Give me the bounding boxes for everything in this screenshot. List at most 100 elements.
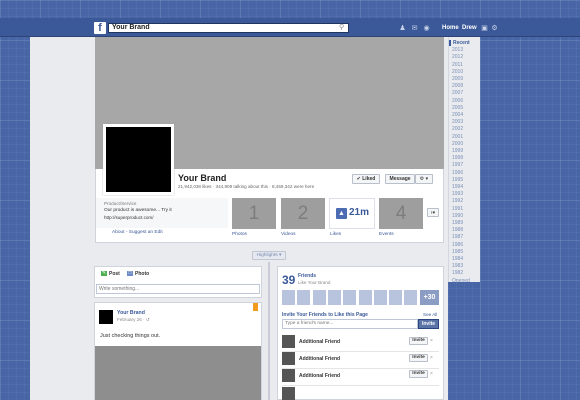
- photos-label[interactable]: Photos: [232, 232, 247, 237]
- timeline-year-link[interactable]: 1991: [452, 206, 463, 212]
- more-friends-button[interactable]: +30: [420, 290, 439, 305]
- timeline-year-link[interactable]: 1987: [452, 234, 463, 240]
- divider: [282, 351, 439, 352]
- timeline-year-link[interactable]: 2007: [452, 90, 463, 96]
- timeline-year-link[interactable]: 1986: [452, 242, 463, 248]
- timeline-year-link[interactable]: 2000: [452, 141, 463, 147]
- invite-title: Invite Your Friends to Like this Page: [282, 312, 368, 318]
- remove-friend-icon[interactable]: ×: [430, 338, 433, 344]
- highlight-bookmark-icon[interactable]: [253, 303, 258, 311]
- status-input[interactable]: Write something...: [96, 284, 260, 294]
- friend-thumbnail[interactable]: [282, 290, 296, 305]
- invite-button[interactable]: Invite: [418, 319, 439, 329]
- friend-thumbnail[interactable]: [343, 290, 358, 305]
- see-all-link[interactable]: See All: [423, 312, 437, 317]
- timeline-year-link[interactable]: 1985: [452, 249, 463, 255]
- privacy-shortcuts-icon[interactable]: ▣: [480, 24, 489, 33]
- friend-requests-icon[interactable]: ♟: [398, 24, 407, 33]
- timeline-year-link[interactable]: 2004: [452, 112, 463, 118]
- friend-thumbnail[interactable]: [327, 290, 342, 305]
- timeline-year-link[interactable]: 2008: [452, 83, 463, 89]
- friend-invite-button[interactable]: Invite: [409, 354, 428, 362]
- friend-invite-button[interactable]: Invite: [409, 337, 428, 345]
- friend-name-input[interactable]: Type a friend's name...: [282, 319, 418, 329]
- post-text: Just checking things out.: [100, 333, 161, 339]
- highlights-dropdown[interactable]: Highlights ▾: [252, 251, 286, 260]
- timeline-year-link[interactable]: 1983: [452, 263, 463, 269]
- friend-thumbnail[interactable]: [312, 290, 327, 305]
- timeline-year-link[interactable]: 2009: [452, 76, 463, 82]
- more-apps-button[interactable]: ›▾: [427, 208, 439, 217]
- photo-tab[interactable]: Photo: [135, 271, 149, 277]
- timeline-year-link[interactable]: 1984: [452, 256, 463, 262]
- timeline-year-link[interactable]: 1993: [452, 191, 463, 197]
- divider: [282, 385, 439, 386]
- friend-avatar[interactable]: [282, 352, 295, 365]
- friend-thumbnail[interactable]: [297, 290, 312, 305]
- search-input[interactable]: Your Brand: [108, 23, 349, 33]
- avatar[interactable]: [99, 310, 113, 324]
- events-tile[interactable]: 4: [379, 198, 423, 229]
- website-link[interactable]: http://superproduct.com/: [104, 215, 154, 220]
- timeline-spine: [268, 262, 270, 400]
- timeline-year-link[interactable]: 1989: [452, 220, 463, 226]
- liked-button[interactable]: ✔ Liked: [352, 174, 380, 184]
- post-tab[interactable]: Post: [109, 271, 120, 277]
- settings-gear-icon[interactable]: ⚙: [490, 24, 499, 33]
- friend-name[interactable]: Additional Friend: [299, 339, 340, 345]
- timeline-year-link[interactable]: Opened: [452, 278, 470, 284]
- friend-avatar[interactable]: [282, 387, 295, 400]
- friend-thumbnail[interactable]: [389, 290, 404, 305]
- post-image[interactable]: [95, 346, 261, 400]
- timeline-year-link[interactable]: 2006: [452, 98, 463, 104]
- timeline-year-link[interactable]: 1998: [452, 155, 463, 161]
- timeline-year-link[interactable]: 2013: [452, 47, 463, 53]
- messages-icon[interactable]: ✉: [410, 24, 419, 33]
- friends-title[interactable]: Friends: [298, 273, 316, 279]
- timeline-year-link[interactable]: 1996: [452, 170, 463, 176]
- remove-friend-icon[interactable]: ×: [430, 355, 433, 361]
- timeline-year-link[interactable]: 1995: [452, 177, 463, 183]
- likes-label[interactable]: Likes: [330, 232, 341, 237]
- events-label[interactable]: Events: [379, 232, 394, 237]
- friend-avatar[interactable]: [282, 335, 295, 348]
- settings-dropdown-button[interactable]: ⚙ ▾: [415, 174, 433, 184]
- search-icon[interactable]: ⚲: [339, 24, 347, 32]
- friend-name[interactable]: Additional Friend: [299, 356, 340, 362]
- profile-picture[interactable]: [103, 124, 174, 195]
- post-author[interactable]: Your Brand: [117, 310, 145, 316]
- timeline-year-link[interactable]: 2003: [452, 119, 463, 125]
- friend-thumbnail[interactable]: [358, 290, 373, 305]
- friend-thumbnail[interactable]: [373, 290, 388, 305]
- page-stats: 21,942,038 likes · 344,909 talking about…: [178, 184, 315, 189]
- friend-invite-button[interactable]: Invite: [409, 370, 428, 378]
- friend-thumbnail[interactable]: [404, 290, 419, 305]
- message-button[interactable]: Message: [385, 174, 415, 184]
- photos-tile[interactable]: 1: [232, 198, 276, 229]
- timeline-year-link[interactable]: 1994: [452, 184, 463, 190]
- remove-friend-icon[interactable]: ×: [430, 371, 433, 377]
- videos-tile[interactable]: 2: [281, 198, 325, 229]
- timeline-year-link[interactable]: 2001: [452, 134, 463, 140]
- timeline-year-link[interactable]: 2011: [452, 62, 463, 68]
- profile-link[interactable]: Drew: [462, 25, 477, 31]
- facebook-logo-icon[interactable]: f: [94, 22, 106, 34]
- post-timestamp[interactable]: February 26 · ↺: [117, 317, 150, 323]
- friend-avatar[interactable]: [282, 369, 295, 382]
- timeline-year-link[interactable]: 1997: [452, 162, 463, 168]
- friend-name[interactable]: Additional Friend: [299, 373, 340, 379]
- timeline-year-link[interactable]: 2005: [452, 105, 463, 111]
- home-link[interactable]: Home: [442, 25, 459, 31]
- notifications-icon[interactable]: ◉: [422, 24, 431, 33]
- timeline-year-link[interactable]: 1988: [452, 227, 463, 233]
- timeline-year-link[interactable]: 1992: [452, 198, 463, 204]
- timeline-year-link[interactable]: 1999: [452, 148, 463, 154]
- timeline-year-link[interactable]: 1982: [452, 270, 463, 276]
- timeline-year-link[interactable]: 1990: [452, 213, 463, 219]
- videos-label[interactable]: Videos: [281, 232, 296, 237]
- timeline-year-link[interactable]: 2002: [452, 126, 463, 132]
- timeline-year-link[interactable]: Recent: [449, 40, 470, 46]
- about-edit-link[interactable]: About - Suggest an Edit: [112, 230, 163, 235]
- timeline-year-link[interactable]: 2012: [452, 54, 463, 60]
- timeline-year-link[interactable]: 2010: [452, 69, 463, 75]
